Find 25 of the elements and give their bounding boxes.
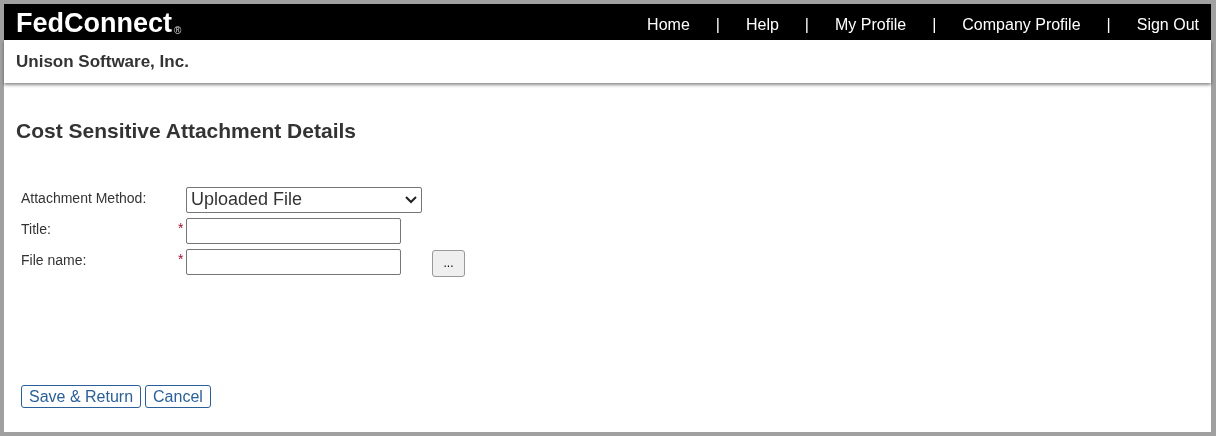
nav-link[interactable]: Company Profile [962, 13, 1081, 37]
page-title: Cost Sensitive Attachment Details [16, 118, 357, 144]
nav-link[interactable]: Home [647, 13, 690, 37]
nav-link[interactable]: My Profile [835, 13, 907, 37]
action-button[interactable]: Cancel [145, 384, 211, 408]
input-field[interactable] [186, 217, 401, 244]
field-label: Title: [21, 219, 52, 239]
field-label: File name: [21, 250, 88, 270]
dropdown[interactable]: Uploaded File [186, 186, 422, 213]
nav-separator: | [804, 15, 809, 35]
input-field[interactable] [186, 248, 401, 275]
company-name: Unison Software, Inc. [4, 40, 1211, 83]
nav-separator: | [715, 15, 720, 35]
required-mark: * [178, 250, 184, 267]
chevron-icon [405, 195, 417, 204]
logo: FedConnect [16, 10, 172, 40]
required-mark: * [178, 219, 184, 236]
nav-link[interactable]: Sign Out [1136, 13, 1199, 37]
nav-separator: | [932, 15, 937, 35]
action-button[interactable]: Save & Return [21, 384, 142, 408]
field-label: Attachment Method: [21, 188, 148, 208]
nav-separator: | [1106, 15, 1111, 35]
registered-mark: ® [174, 24, 182, 38]
nav-link[interactable]: Help [745, 13, 779, 37]
browse-button[interactable]: ... [432, 249, 465, 277]
